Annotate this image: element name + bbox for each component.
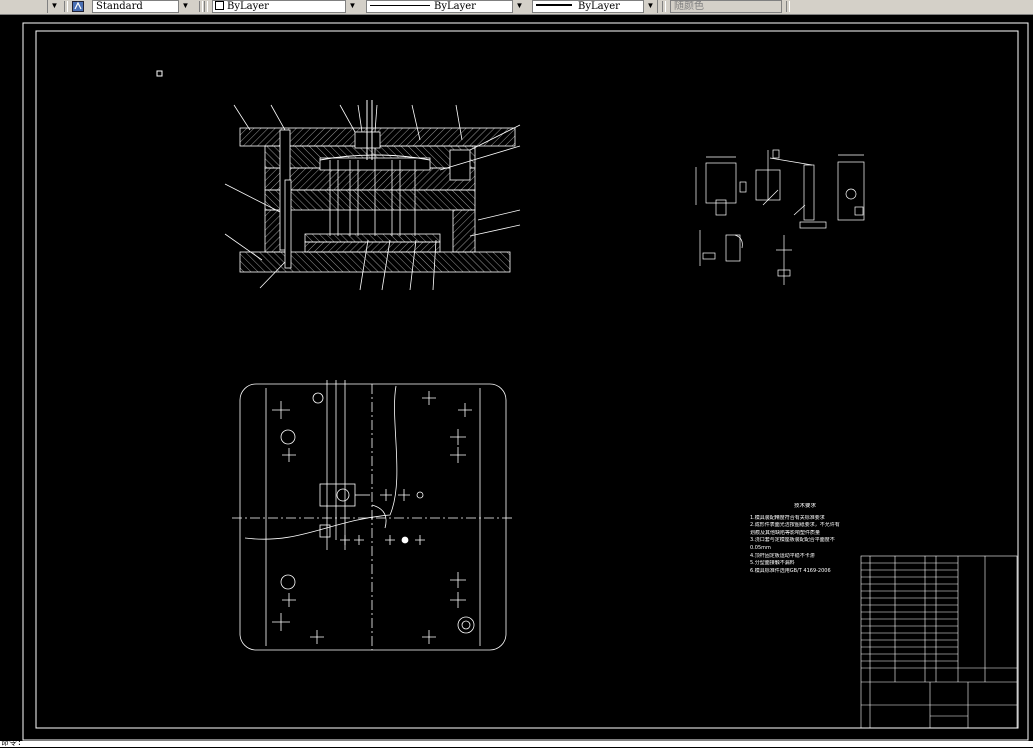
toolbar-separator xyxy=(204,1,208,12)
tech-note: 1.模具装配精度符合有关标准要求 xyxy=(750,514,825,521)
tech-note: 2.成形件表面光洁按图纸要求，不允许有 xyxy=(750,522,840,529)
linetype-label: ByLayer xyxy=(434,1,476,12)
lineweight-label: ByLayer xyxy=(578,1,620,12)
tech-note: 6.模具标准件选用GB/T 4169-2006 xyxy=(750,567,831,574)
dropdown-arrow-1[interactable]: ▼ xyxy=(47,0,61,13)
tech-note: 5.分型面接触不漏料 xyxy=(750,560,795,567)
lineweight-dropdown-icon[interactable]: ▼ xyxy=(643,0,657,13)
linetype-select[interactable]: ByLayer xyxy=(366,0,526,13)
tech-note: 0.05mm xyxy=(750,544,771,551)
layer-select[interactable]: ByLayer xyxy=(212,0,352,13)
text-style-dropdown-icon[interactable]: ▼ xyxy=(178,0,192,13)
layer-label: ByLayer xyxy=(227,1,269,12)
tech-note: 划痕及其他缺陷等影响塑件质量 xyxy=(750,529,821,536)
toolbar-separator xyxy=(199,1,203,12)
layer-color-swatch-icon xyxy=(215,1,224,10)
plot-style-select[interactable]: 随颜色 xyxy=(670,0,782,13)
command-line[interactable]: 命令: xyxy=(0,738,1033,747)
text-style-icon[interactable] xyxy=(72,1,84,12)
toolbar-separator xyxy=(786,1,790,12)
toolbar-separator xyxy=(64,1,68,12)
lineweight-sample-icon xyxy=(536,4,572,6)
drawing-canvas[interactable] xyxy=(0,15,1033,741)
tech-note: 4.顶杆固定板运动平稳不卡滞 xyxy=(750,552,815,559)
text-style-select[interactable]: Standard xyxy=(92,0,180,13)
command-prompt: 命令: xyxy=(1,738,22,747)
tech-requirements-title: 技术要求 xyxy=(793,503,816,509)
properties-toolbar: ▼ Standard ▼ ByLayer ▼ ByLayer ▼ ByLayer… xyxy=(0,0,1033,15)
toolbar-separator xyxy=(662,1,666,12)
tech-note: 3.浇口套与定模座板装配配合平面度不 xyxy=(750,537,835,544)
linetype-dropdown-icon[interactable]: ▼ xyxy=(512,0,526,13)
layer-dropdown-icon[interactable]: ▼ xyxy=(345,0,359,13)
lineweight-select[interactable]: ByLayer xyxy=(532,0,658,13)
technical-requirements: 技术要求 1.模具装配精度符合有关标准要求 2.成形件表面光洁按图纸要求，不允许… xyxy=(750,503,860,575)
linetype-sample-icon xyxy=(370,5,430,6)
